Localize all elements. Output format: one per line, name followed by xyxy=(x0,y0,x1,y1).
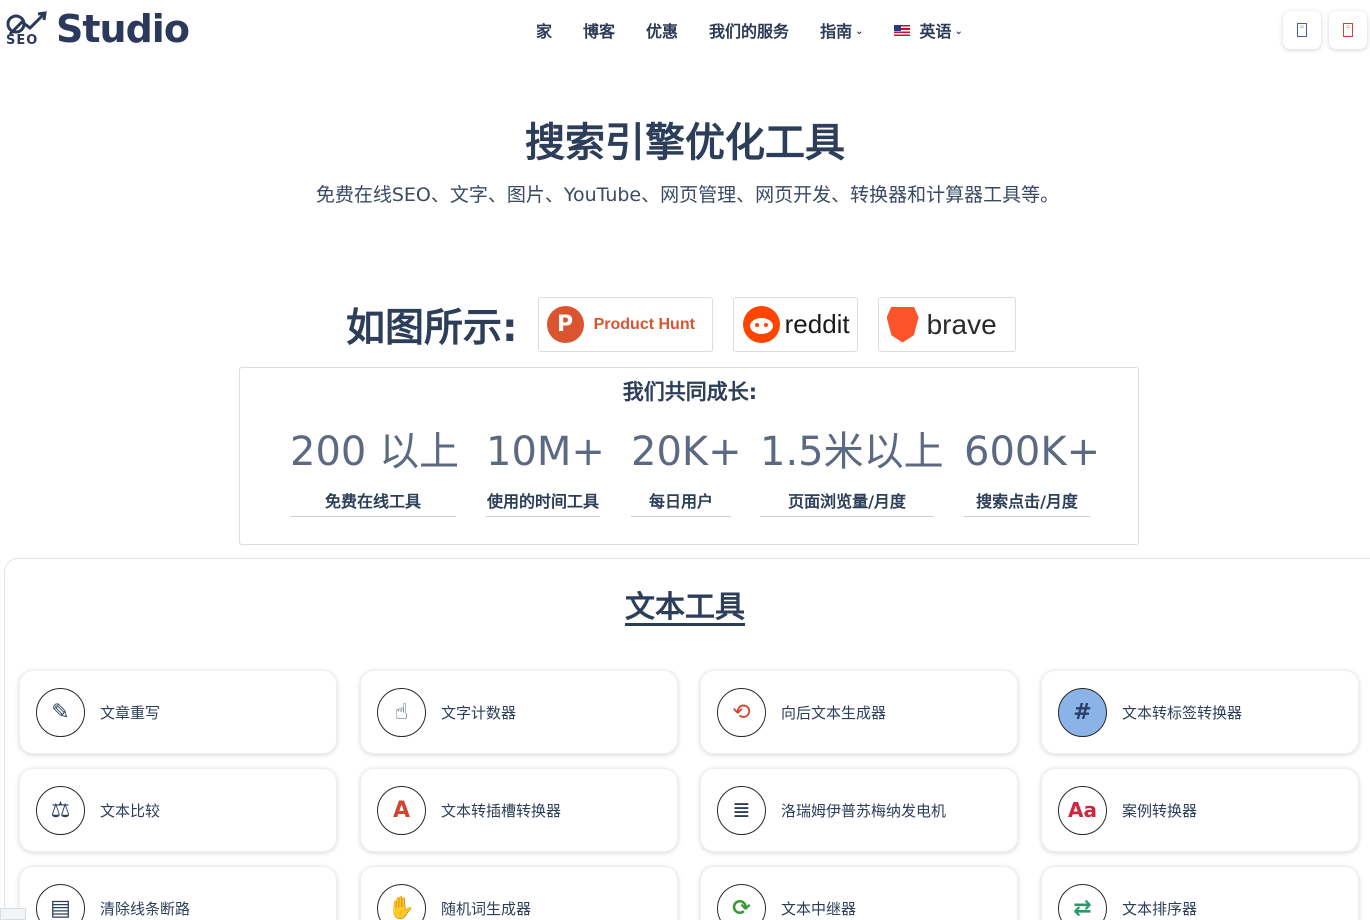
language-selector[interactable]: 英语 ⌄ xyxy=(894,18,963,42)
icon-button-left[interactable]: ▫ xyxy=(1283,11,1321,49)
tool-card-label: 案例转换器 xyxy=(1122,801,1198,820)
stat-label: 使用的时间工具 xyxy=(486,488,600,517)
tool-card-text-repeater[interactable]: ⟳ 文本中继器 xyxy=(700,866,1018,920)
nav-item-services[interactable]: 我们的服务 xyxy=(709,18,789,42)
lorem-ipsum-icon: ≣ xyxy=(717,785,766,835)
producthunt-badge[interactable]: P Product Hunt xyxy=(537,297,713,352)
stat-value: 10M+ xyxy=(486,429,605,475)
hashtag-icon: # xyxy=(1058,687,1107,737)
tool-card-case-converter[interactable]: Aa 案例转换器 xyxy=(1041,768,1359,852)
site-logo[interactable]: SEO Studio xyxy=(4,7,190,51)
tool-card-label: 文本排序器 xyxy=(1122,899,1198,918)
tool-card-article-rewriter[interactable]: ✎ 文章重写 xyxy=(19,670,337,754)
tool-card-text-to-hashtag[interactable]: # 文本转标签转换器 xyxy=(1041,670,1359,754)
tool-card-label: 文本转插槽转换器 xyxy=(441,801,562,820)
nav-item-deals[interactable]: 优惠 xyxy=(646,18,678,42)
nav-item-guides[interactable]: 指南 ⌄ xyxy=(820,18,863,42)
growth-stats: 我们共同成长: 200 以上 免费在线工具 10M+ 使用的时间工具 20K+ … xyxy=(239,367,1139,545)
stat-page-views: 1.5米以上 页面浏览量/月度 xyxy=(760,428,944,517)
random-word-icon: ✋ xyxy=(377,883,426,920)
article-rewrite-icon: ✎ xyxy=(36,687,85,737)
stat-value: 200 以上 xyxy=(290,429,460,475)
reddit-label: reddit xyxy=(784,309,850,339)
stat-free-tools: 200 以上 免费在线工具 xyxy=(290,428,460,517)
logo-seo-text: SEO xyxy=(6,33,39,48)
stat-daily-users: 20K+ 每日用户 xyxy=(631,428,742,517)
logo-wordmark: Studio xyxy=(56,7,190,51)
tool-card-label: 随机词生成器 xyxy=(441,899,532,918)
reddit-face xyxy=(749,318,773,334)
text-tools-title[interactable]: 文本工具 xyxy=(0,582,1370,626)
tool-card-label: 文本比较 xyxy=(100,801,161,820)
tool-card-label: 文本转标签转换器 xyxy=(1122,703,1243,722)
sort-arrows-icon: ⇄ xyxy=(1058,883,1107,920)
nav-guides-label: 指南 xyxy=(820,22,853,41)
text-compare-icon: ⚖ xyxy=(36,785,85,835)
tool-card-label: 文本中继器 xyxy=(781,899,857,918)
tool-card-text-to-slug[interactable]: A 文本转插槽转换器 xyxy=(360,768,678,852)
stat-label: 页面浏览量/月度 xyxy=(760,488,934,517)
word-counter-icon: ☝ xyxy=(377,687,426,737)
tool-card-label: 文字计数器 xyxy=(441,703,517,722)
clipboard-icon: ▤ xyxy=(36,883,85,920)
stat-value: 1.5米以上 xyxy=(760,429,944,475)
reddit-eye xyxy=(754,323,759,327)
stat-value: 600K+ xyxy=(964,429,1101,475)
page-subtitle: 免费在线SEO、文字、图片、YouTube、网页管理、网页开发、转换器和计算器工… xyxy=(315,184,1060,206)
tool-card-label: 向后文本生成器 xyxy=(781,703,887,722)
reddit-eye xyxy=(763,323,768,327)
stat-tool-uses: 10M+ 使用的时间工具 xyxy=(486,428,605,517)
nav-item-home[interactable]: 家 xyxy=(536,18,552,42)
stat-label: 搜索点击/月度 xyxy=(964,488,1090,517)
brave-badge[interactable]: brave xyxy=(877,297,1016,352)
stat-value: 20K+ xyxy=(631,429,742,475)
tool-card-backwards-text[interactable]: ⟲ 向后文本生成器 xyxy=(700,670,1018,754)
reddit-icon xyxy=(742,306,780,343)
tool-card-label: 洛瑞姆伊普苏梅纳发电机 xyxy=(781,801,947,820)
site-header: SEO Studio 家 博客 优惠 我们的服务 指南 ⌄ 英语 ⌄ ▫ ▫ xyxy=(0,0,1370,62)
corner-tab[interactable] xyxy=(0,908,26,920)
brave-label: brave xyxy=(926,308,997,340)
text-slug-icon: A xyxy=(377,785,426,835)
as-seen-label: 如图所示: xyxy=(346,305,518,351)
tool-card-label: 清除线条断路 xyxy=(100,899,191,918)
producthunt-icon: P xyxy=(546,306,584,343)
reddit-badge[interactable]: reddit xyxy=(732,297,858,352)
document-icon: ▫ xyxy=(1297,23,1307,37)
nav-item-blog[interactable]: 博客 xyxy=(583,18,615,42)
language-label: 英语 xyxy=(919,22,952,41)
tool-card-random-word[interactable]: ✋ 随机词生成器 xyxy=(360,866,678,920)
tool-card-word-counter[interactable]: ☝ 文字计数器 xyxy=(360,670,678,754)
stat-label: 每日用户 xyxy=(631,488,731,517)
logo-mark: SEO xyxy=(4,10,56,48)
backwards-text-icon: ⟲ xyxy=(717,687,766,737)
tool-card-text-sorter[interactable]: ⇄ 文本排序器 xyxy=(1041,866,1359,920)
as-seen-on: 如图所示: P Product Hunt reddit brave xyxy=(346,297,1016,352)
tool-card-lorem-ipsum[interactable]: ≣ 洛瑞姆伊普苏梅纳发电机 xyxy=(700,768,1018,852)
tool-card-text-compare[interactable]: ⚖ 文本比较 xyxy=(19,768,337,852)
icon-button-right[interactable]: ▫ xyxy=(1329,11,1367,49)
stat-search-clicks: 600K+ 搜索点击/月度 xyxy=(964,428,1101,517)
document-red-icon: ▫ xyxy=(1343,23,1353,37)
stat-label: 免费在线工具 xyxy=(290,488,456,517)
brave-lion-icon xyxy=(886,306,919,343)
us-flag-icon xyxy=(894,24,911,36)
main-nav: 家 博客 优惠 我们的服务 指南 ⌄ 英语 ⌄ xyxy=(536,18,963,42)
repeat-icon: ⟳ xyxy=(717,883,766,920)
case-converter-icon: Aa xyxy=(1058,785,1107,835)
page-title: 搜索引擎优化工具 xyxy=(525,120,845,166)
chevron-down-icon: ⌄ xyxy=(855,25,864,37)
producthunt-label: Product Hunt xyxy=(593,315,695,333)
stats-title: 我们共同成长: xyxy=(622,380,758,404)
chevron-down-icon: ⌄ xyxy=(954,25,963,37)
tool-card-label: 文章重写 xyxy=(100,703,161,722)
tool-card-remove-line-breaks[interactable]: ▤ 清除线条断路 xyxy=(19,866,337,920)
